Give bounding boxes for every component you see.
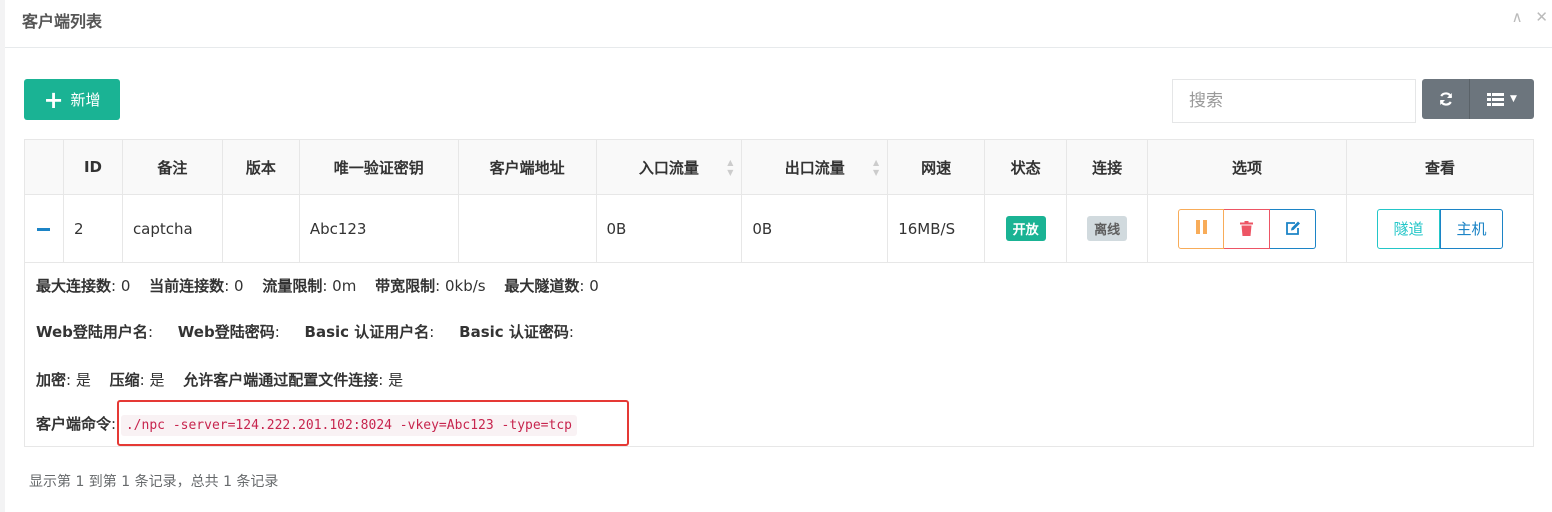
edit-icon (1285, 221, 1300, 235)
pause-icon (1194, 219, 1208, 238)
table-toolbar-buttons: ▼ (1422, 79, 1534, 119)
close-icon[interactable]: ✕ (1535, 8, 1548, 26)
tunnel-button[interactable]: 隧道 (1376, 208, 1440, 249)
options-button-group (1178, 208, 1317, 249)
cmd-separator: : (111, 415, 117, 433)
cell-speed: 16MB/S (887, 194, 986, 263)
col-expand (24, 139, 64, 195)
add-button-label: 新增 (70, 91, 101, 109)
edit-button[interactable] (1270, 208, 1317, 249)
collapse-row-toggle[interactable] (24, 194, 64, 263)
cell-version (221, 194, 300, 263)
max-conn-value: : 0 (111, 277, 131, 295)
max-conn-label: 最大连接数 (36, 277, 112, 295)
basic-user-value: : (429, 323, 435, 341)
rate-limit-label: 带宽限制 (375, 277, 436, 295)
cell-in-flow: 0B (595, 194, 743, 263)
columns-toggle-button[interactable]: ▼ (1470, 79, 1534, 119)
view-button-group: 隧道 主机 (1376, 208, 1503, 249)
col-options: 选项 (1147, 139, 1347, 195)
cur-conn-label: 当前连接数 (149, 277, 225, 295)
basic-user-label: Basic 认证用户名 (304, 323, 430, 341)
cell-address (457, 194, 597, 263)
cell-connection: 离线 (1066, 194, 1149, 263)
basic-pass-label: Basic 认证密码 (459, 323, 569, 341)
panel-title: 客户端列表 (22, 12, 103, 31)
client-table: ID 备注 版本 唯一验证密钥 客户端地址 入口流量 出口流量 网速 状态 连接… (24, 139, 1535, 447)
col-vkey[interactable]: 唯一验证密钥 (298, 139, 459, 195)
cell-view: 隧道 主机 (1345, 194, 1535, 263)
table-header-row: ID 备注 版本 唯一验证密钥 客户端地址 入口流量 出口流量 网速 状态 连接… (24, 139, 1535, 195)
config-conn-value: : 是 (378, 371, 404, 389)
detail-row: 最大连接数: 0 当前连接数: 0 流量限制: 0m 带宽限制: 0kb/s 最… (24, 262, 1534, 447)
col-speed[interactable]: 网速 (887, 139, 986, 195)
config-conn-label: 允许客户端通过配置文件连接 (183, 371, 379, 389)
pause-button[interactable] (1178, 208, 1225, 249)
rate-limit-value: : 0kb/s (435, 277, 486, 295)
trash-icon (1240, 221, 1254, 236)
add-client-button[interactable]: + 新增 (24, 79, 120, 120)
basic-pass-value: : (568, 323, 574, 341)
minus-icon (37, 227, 51, 231)
col-view: 查看 (1345, 139, 1535, 195)
col-remark[interactable]: 备注 (121, 139, 223, 195)
web-pass-label: Web登陆密码 (177, 323, 275, 341)
col-version[interactable]: 版本 (221, 139, 300, 195)
flow-limit-label: 流量限制 (262, 277, 323, 295)
panel-header-icons: ∧ ✕ (1504, 8, 1548, 26)
detail-line-flags: 加密: 是 压缩: 是 允许客户端通过配置文件连接: 是 (36, 369, 417, 390)
max-tunnel-value: : 0 (579, 277, 599, 295)
encrypt-value: : 是 (66, 371, 91, 389)
web-pass-value: : (274, 323, 280, 341)
cell-out-flow: 0B (741, 194, 889, 263)
col-address[interactable]: 客户端地址 (457, 139, 597, 195)
host-button[interactable]: 主机 (1439, 208, 1503, 249)
compress-label: 压缩 (109, 371, 140, 389)
flow-limit-value: : 0m (322, 277, 357, 295)
delete-button[interactable] (1224, 208, 1271, 249)
cell-status: 开放 (984, 194, 1068, 263)
detail-line-auth: Web登陆用户名: Web登陆密码: Basic 认证用户名: Basic 认证… (36, 321, 588, 342)
encrypt-label: 加密 (36, 371, 67, 389)
pagination-summary: 显示第 1 到第 1 条记录，总共 1 条记录 (29, 474, 279, 490)
cell-id: 2 (62, 194, 123, 263)
command-highlight-box (117, 400, 629, 446)
cell-options (1147, 194, 1347, 263)
col-id[interactable]: ID (62, 139, 123, 195)
plus-icon: + (43, 85, 64, 114)
refresh-button[interactable] (1422, 79, 1470, 119)
cell-vkey: Abc123 (298, 194, 459, 263)
refresh-icon (1439, 92, 1452, 106)
detail-line-limits: 最大连接数: 0 当前连接数: 0 流量限制: 0m 带宽限制: 0kb/s 最… (36, 275, 613, 296)
cur-conn-value: : 0 (224, 277, 244, 295)
web-user-label: Web登陆用户名 (36, 323, 148, 341)
collapse-icon[interactable]: ∧ (1512, 8, 1523, 26)
cmd-label: 客户端命令 (36, 415, 112, 433)
col-out-flow[interactable]: 出口流量 (741, 139, 889, 195)
col-connection[interactable]: 连接 (1066, 139, 1149, 195)
max-tunnel-label: 最大隧道数 (504, 277, 580, 295)
client-detail: 最大连接数: 0 当前连接数: 0 流量限制: 0m 带宽限制: 0kb/s 最… (25, 263, 1533, 446)
cell-remark: captcha (121, 194, 223, 263)
col-in-flow[interactable]: 入口流量 (595, 139, 743, 195)
caret-down-icon: ▼ (1510, 94, 1517, 104)
table-row: 2 captcha Abc123 0B 0B 16MB/S 开放 离线 隧道 主… (24, 194, 1535, 263)
search-input[interactable] (1172, 79, 1416, 123)
compress-value: : 是 (139, 371, 165, 389)
col-status[interactable]: 状态 (984, 139, 1068, 195)
panel-header: 客户端列表 ∧ ✕ (5, 0, 1552, 48)
connection-badge: 离线 (1087, 216, 1128, 241)
status-badge: 开放 (1005, 216, 1046, 241)
web-user-value: : (147, 323, 153, 341)
columns-icon (1487, 92, 1505, 106)
